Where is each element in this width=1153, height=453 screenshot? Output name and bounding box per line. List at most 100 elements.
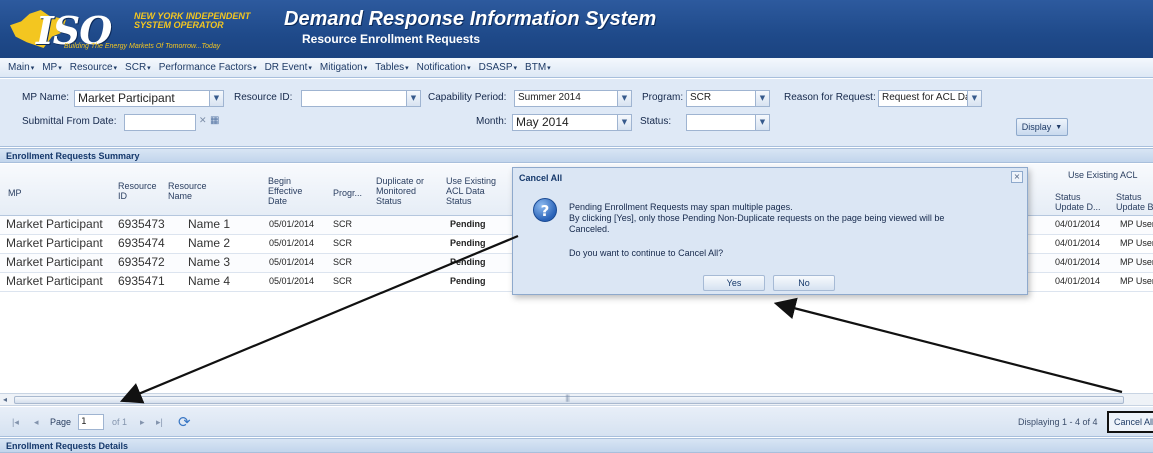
dialog-message-line3: Canceled.: [569, 224, 610, 234]
cell-update-by: MP User: [1120, 219, 1153, 229]
menu-dsasp[interactable]: DSASP▾: [479, 62, 517, 73]
cell-acl-status: Pending: [450, 257, 486, 267]
page-label: Page: [50, 417, 72, 427]
menu-main[interactable]: Main▾: [8, 62, 34, 73]
chevron-down-icon[interactable]: ▼: [756, 114, 770, 131]
grid-empty-area: [0, 292, 1153, 392]
cell-resource-name: Name 4: [188, 274, 231, 288]
resource-id-select[interactable]: [301, 90, 407, 107]
chevron-down-icon[interactable]: ▼: [968, 90, 982, 107]
first-page-icon[interactable]: |◂: [12, 417, 19, 428]
chevron-down-icon: ▾: [253, 65, 257, 72]
cell-resource-name: Name 2: [188, 236, 231, 250]
cell-update-by: MP User: [1120, 276, 1153, 286]
refresh-icon[interactable]: ⟳: [178, 413, 191, 431]
paging-toolbar: |◂ ◂ Page 1 of 1 ▸ ▸| ⟳ Displaying 1 - 4…: [0, 407, 1153, 437]
mp-name-select[interactable]: Market Participant: [74, 90, 210, 107]
col-status-update-date[interactable]: Status Update D...: [1055, 192, 1103, 212]
cell-mp: Market Participant: [6, 274, 103, 288]
cell-begin-date: 05/01/2014: [269, 219, 315, 229]
cell-begin-date: 05/01/2014: [269, 276, 315, 286]
logo-subtext: NEW YORK INDEPENDENT SYSTEM OPERATOR: [134, 11, 251, 30]
cell-resource-id: 6935472: [118, 255, 165, 269]
close-icon[interactable]: ×: [1011, 171, 1023, 183]
calendar-icon[interactable]: ▦: [210, 115, 219, 126]
menu-tables[interactable]: Tables▾: [375, 62, 408, 73]
horizontal-scrollbar[interactable]: ◂ |||: [0, 393, 1153, 406]
cell-update-by: MP User: [1120, 257, 1153, 267]
col-program[interactable]: Progr...: [333, 188, 362, 198]
submittal-from-label: Submittal From Date:: [22, 116, 117, 127]
nyiso-logo: ISO NEW YORK INDEPENDENT SYSTEM OPERATOR…: [6, 4, 276, 54]
month-label: Month:: [476, 116, 507, 127]
chevron-down-icon[interactable]: ▼: [407, 90, 421, 107]
submittal-from-date-input[interactable]: [124, 114, 196, 131]
col-status-update-by[interactable]: Status Update B: [1116, 192, 1153, 212]
col-resource-id[interactable]: Resource ID: [118, 181, 160, 201]
col-use-existing-acl-status[interactable]: Use Existing ACL Data Status: [446, 176, 500, 206]
details-panel-title: Enrollment Requests Details: [0, 438, 1153, 453]
cell-program: SCR: [333, 276, 353, 286]
col-duplicate-status[interactable]: Duplicate or Monitored Status: [376, 176, 434, 206]
cell-update-date: 04/01/2014: [1055, 257, 1101, 267]
chevron-down-icon: ▾: [113, 65, 118, 72]
menu-resource[interactable]: Resource▾: [70, 62, 117, 73]
cell-update-date: 04/01/2014: [1055, 238, 1101, 248]
cell-program: SCR: [333, 219, 353, 229]
col-mp[interactable]: MP: [8, 188, 22, 198]
reason-select[interactable]: Request for ACL Da: [878, 90, 968, 107]
app-header: ISO NEW YORK INDEPENDENT SYSTEM OPERATOR…: [0, 0, 1153, 58]
page-number-input[interactable]: 1: [78, 414, 104, 430]
page-title: Resource Enrollment Requests: [302, 32, 481, 46]
chevron-down-icon: ▾: [467, 65, 471, 72]
program-select[interactable]: SCR: [686, 90, 756, 107]
mp-name-label: MP Name:: [22, 92, 70, 103]
display-button[interactable]: Display ▼: [1016, 118, 1068, 136]
chevron-down-icon[interactable]: ▼: [618, 114, 632, 131]
chevron-down-icon: ▾: [30, 65, 35, 72]
chevron-down-icon: ▾: [308, 65, 312, 72]
month-select[interactable]: May 2014: [512, 114, 618, 131]
menu-scr[interactable]: SCR▾: [125, 62, 151, 73]
cell-resource-name: Name 3: [188, 255, 231, 269]
cell-begin-date: 05/01/2014: [269, 257, 315, 267]
question-icon: ?: [533, 198, 557, 222]
menu-notification[interactable]: Notification▾: [417, 62, 471, 73]
no-button[interactable]: No: [773, 275, 835, 291]
cell-program: SCR: [333, 257, 353, 267]
col-begin-effective-date[interactable]: Begin Effective Date: [268, 176, 316, 206]
prev-page-icon[interactable]: ◂: [34, 417, 39, 428]
cancel-all-button[interactable]: Cancel All: [1107, 411, 1153, 433]
cell-update-date: 04/01/2014: [1055, 276, 1101, 286]
chevron-down-icon: ▾: [147, 65, 151, 72]
cell-mp: Market Participant: [6, 236, 103, 250]
yes-button[interactable]: Yes: [703, 275, 765, 291]
chevron-down-icon: ▾: [547, 65, 551, 72]
menu-btm[interactable]: BTM▾: [525, 62, 551, 73]
last-page-icon[interactable]: ▸|: [156, 417, 163, 428]
cell-program: SCR: [333, 238, 353, 248]
paging-status: Displaying 1 - 4 of 4: [1018, 417, 1098, 427]
cell-update-by: MP User: [1120, 238, 1153, 248]
menu-performance-factors[interactable]: Performance Factors▾: [159, 62, 257, 73]
chevron-down-icon[interactable]: ▼: [210, 90, 224, 107]
clear-icon[interactable]: ✕: [199, 116, 207, 126]
menu-dr-event[interactable]: DR Event▾: [265, 62, 312, 73]
menu-mitigation[interactable]: Mitigation▾: [320, 62, 367, 73]
grip-icon: |||: [565, 394, 570, 402]
capability-period-select[interactable]: Summer 2014: [514, 90, 618, 107]
menu-mp[interactable]: MP▾: [42, 62, 62, 73]
cell-mp: Market Participant: [6, 255, 103, 269]
next-page-icon[interactable]: ▸: [140, 417, 145, 428]
status-select[interactable]: [686, 114, 756, 131]
chevron-down-icon[interactable]: ▼: [756, 90, 770, 107]
chevron-down-icon[interactable]: ▼: [618, 90, 632, 107]
cell-resource-name: Name 1: [188, 217, 231, 231]
dialog-question: Do you want to continue to Cancel All?: [569, 248, 724, 258]
scroll-left-icon[interactable]: ◂: [3, 395, 7, 404]
filter-panel: MP Name: Market Participant ▼ Resource I…: [0, 79, 1153, 147]
resource-id-label: Resource ID:: [234, 92, 293, 103]
chevron-down-icon: ▾: [405, 65, 409, 72]
cell-resource-id: 6935471: [118, 274, 165, 288]
col-resource-name[interactable]: Resource Name: [168, 181, 218, 201]
